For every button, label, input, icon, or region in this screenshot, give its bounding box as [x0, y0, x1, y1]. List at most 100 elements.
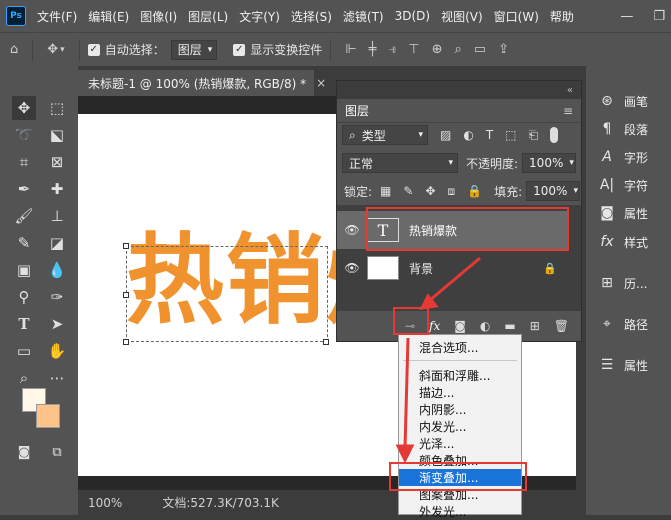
dock-adjust-properties[interactable]: ☰ 属性: [598, 355, 648, 375]
stamp-tool-icon[interactable]: ⊥: [45, 204, 69, 228]
restore-button[interactable]: ❐: [653, 9, 665, 24]
search-icon[interactable]: ⌕: [454, 42, 461, 57]
dock-character[interactable]: A| 字符: [598, 175, 648, 195]
workspace-icon[interactable]: ▭: [474, 42, 486, 57]
quick-mask-icon[interactable]: ◙: [12, 440, 36, 464]
dock-brush[interactable]: ⊛ 画笔: [598, 91, 648, 111]
auto-select-checkbox[interactable]: ✓: [87, 43, 100, 56]
menu-inner-shadow[interactable]: 内阴影...: [399, 401, 521, 418]
menu-view[interactable]: 视图(V): [441, 8, 483, 25]
eyedropper-tool-icon[interactable]: ✒: [12, 177, 36, 201]
eye-icon[interactable]: 👁: [337, 223, 367, 237]
filter-type-dropdown[interactable]: ⌕ 类型 ▾: [342, 125, 428, 145]
collapse-icon[interactable]: «: [567, 85, 573, 96]
lock-artboard-icon[interactable]: ⧈: [448, 184, 456, 199]
menu-file[interactable]: 文件(F): [37, 8, 77, 25]
minimize-button[interactable]: —: [620, 9, 633, 24]
show-transform-checkbox[interactable]: ✓: [233, 43, 246, 56]
align-top-icon[interactable]: ⊤: [408, 42, 419, 57]
menu-outer-glow[interactable]: 外发光...: [399, 503, 521, 520]
menu-window[interactable]: 窗口(W): [494, 8, 539, 25]
lock-pixels-icon[interactable]: ▦: [380, 184, 391, 198]
history-brush-icon[interactable]: ✎: [12, 231, 36, 255]
trash-icon[interactable]: 🗑: [554, 319, 569, 333]
object-select-tool-icon[interactable]: ⬕: [45, 123, 69, 147]
fill-input[interactable]: 100% ▾: [526, 181, 581, 201]
menu-blending-options[interactable]: 混合选项...: [399, 339, 521, 356]
dock-glyphs[interactable]: A 字形: [598, 147, 648, 167]
lock-position-icon[interactable]: ✥: [425, 184, 435, 198]
menu-filter[interactable]: 滤镜(T): [343, 8, 384, 25]
healing-tool-icon[interactable]: ✚: [45, 177, 69, 201]
transform-handle[interactable]: [123, 339, 129, 345]
menu-satin[interactable]: 光泽...: [399, 435, 521, 452]
adjustment-layer-icon[interactable]: ◐: [480, 319, 490, 333]
opacity-input[interactable]: 100% ▾: [522, 153, 577, 173]
menu-3d[interactable]: 3D(D): [395, 9, 430, 23]
menu-bevel-emboss[interactable]: 斜面和浮雕...: [399, 367, 521, 384]
brush-tool-icon[interactable]: 🖌: [12, 204, 36, 228]
transform-handle[interactable]: [323, 339, 329, 345]
new-layer-icon[interactable]: ⊞: [530, 319, 540, 333]
type-tool-icon[interactable]: T: [12, 312, 36, 336]
transform-handle[interactable]: [123, 292, 129, 298]
blend-mode-dropdown[interactable]: 正常 ▾: [342, 153, 458, 173]
adjust-filter-icon[interactable]: ◐: [463, 128, 473, 142]
dodge-tool-icon[interactable]: ⚲: [12, 285, 36, 309]
align-center-icon[interactable]: ╪: [369, 42, 377, 57]
dock-styles[interactable]: fx 样式: [598, 232, 648, 252]
zoom-tool-icon[interactable]: ⌕: [12, 366, 36, 390]
auto-select-dropdown[interactable]: 图层 ▾: [170, 39, 218, 60]
lock-paint-icon[interactable]: ✎: [403, 184, 413, 198]
menu-type[interactable]: 文字(Y): [239, 8, 280, 25]
background-color-swatch[interactable]: [36, 404, 60, 428]
chevron-down-icon[interactable]: ▾: [60, 45, 65, 55]
smart-filter-icon[interactable]: ⎗: [529, 128, 539, 143]
menu-image[interactable]: 图像(I): [140, 8, 177, 25]
type-filter-icon[interactable]: T: [486, 128, 493, 142]
more-tools-icon[interactable]: ⋯: [45, 366, 69, 390]
align-left-icon[interactable]: ⊩: [345, 42, 356, 57]
fx-button[interactable]: fx: [429, 319, 440, 333]
add-mask-icon[interactable]: ◙: [454, 319, 466, 333]
eye-icon[interactable]: 👁: [337, 261, 367, 275]
blur-tool-icon[interactable]: 💧: [45, 258, 69, 282]
hand-tool-icon[interactable]: ✋: [45, 339, 69, 363]
layers-tab[interactable]: 图层: [345, 102, 369, 119]
share-icon[interactable]: ⇪: [498, 42, 509, 57]
new-group-icon[interactable]: ▬: [504, 319, 515, 333]
menu-inner-glow[interactable]: 内发光...: [399, 418, 521, 435]
dock-history[interactable]: ⊞ 历...: [598, 273, 647, 293]
lock-all-icon[interactable]: 🔒: [467, 184, 482, 198]
menu-help[interactable]: 帮助: [550, 8, 574, 25]
screen-mode-icon[interactable]: ⧉: [45, 440, 69, 464]
dock-properties[interactable]: ◙ 属性: [598, 203, 648, 223]
layer-name[interactable]: 背景: [409, 260, 433, 277]
pen-tool-icon[interactable]: ✑: [45, 285, 69, 309]
home-icon[interactable]: ⌂: [10, 42, 18, 57]
filter-toggle[interactable]: [550, 127, 559, 143]
move-tool-icon[interactable]: ✥: [47, 42, 58, 57]
layer-row-background[interactable]: 👁 背景 🔒: [337, 249, 567, 287]
gradient-tool-icon[interactable]: ▣: [12, 258, 36, 282]
dock-paths[interactable]: ⌖ 路径: [598, 314, 648, 334]
dock-paragraph[interactable]: ¶ 段落: [598, 119, 648, 139]
path-select-tool-icon[interactable]: ➤: [45, 312, 69, 336]
document-tab[interactable]: 未标题-1 @ 100% (热销爆款, RGB/8) * ×: [78, 70, 326, 96]
zoom-level[interactable]: 100%: [88, 496, 122, 510]
transform-handle[interactable]: [123, 243, 129, 249]
panel-menu-icon[interactable]: ≡: [563, 104, 573, 118]
lasso-tool-icon[interactable]: ➰: [12, 123, 36, 147]
frame-tool-icon[interactable]: ⊠: [45, 150, 69, 174]
pixel-filter-icon[interactable]: ▨: [440, 128, 451, 142]
close-icon[interactable]: ×: [316, 76, 326, 90]
align-middle-icon[interactable]: ⊕: [432, 42, 443, 57]
shape-filter-icon[interactable]: ⬚: [505, 128, 516, 142]
rectangle-tool-icon[interactable]: ▭: [12, 339, 36, 363]
move-tool-icon[interactable]: ✥: [12, 96, 36, 120]
menu-stroke[interactable]: 描边...: [399, 384, 521, 401]
crop-tool-icon[interactable]: ⌗: [12, 150, 36, 174]
eraser-tool-icon[interactable]: ◪: [45, 231, 69, 255]
transform-bounding-box[interactable]: [126, 246, 328, 342]
menu-layer[interactable]: 图层(L): [188, 8, 228, 25]
